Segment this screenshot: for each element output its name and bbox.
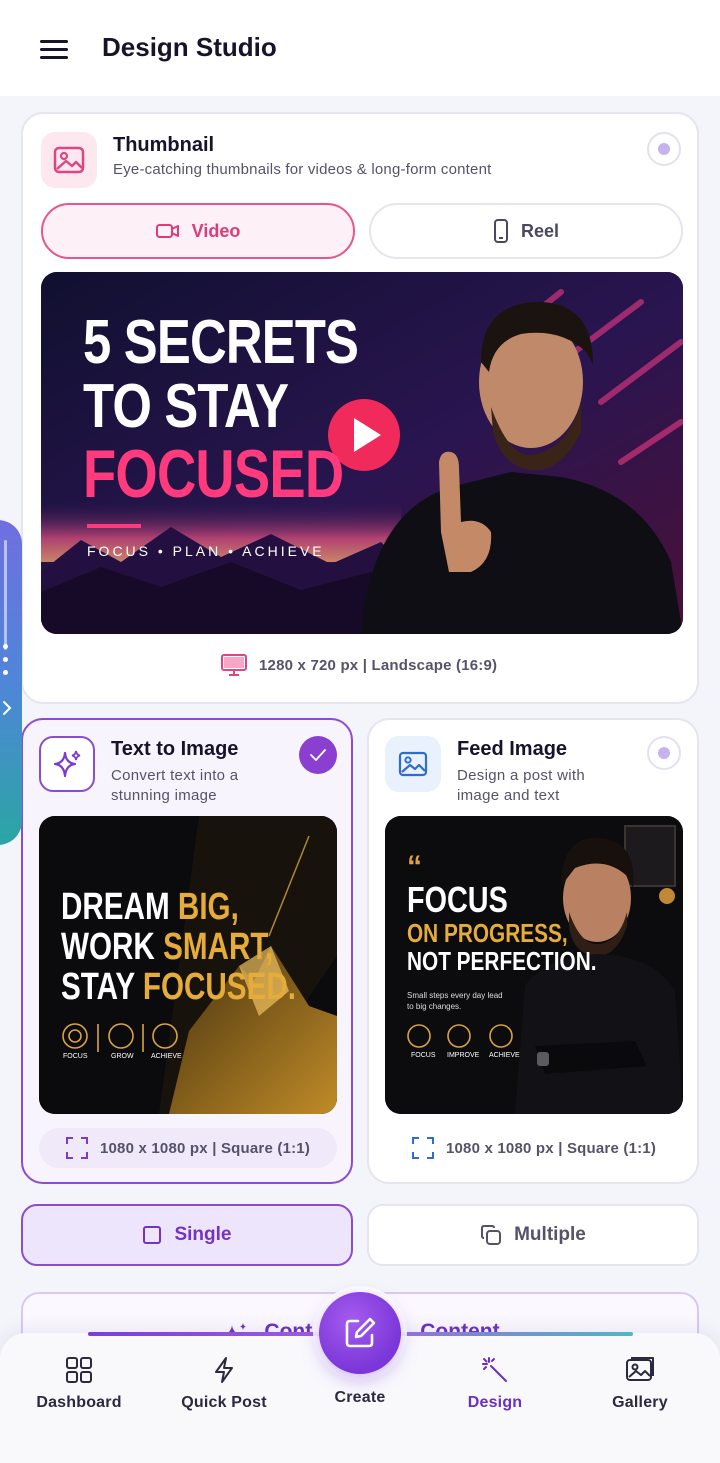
monitor-icon	[221, 654, 247, 676]
thumbnail-dimensions: 1280 x 720 px | Landscape (16:9)	[221, 654, 497, 676]
text-to-image-preview: DREAM BIG, WORK SMART, STAY FOCUSED. FOC…	[39, 816, 337, 1114]
tti-line-2a: WORK	[61, 926, 155, 968]
thumbnail-title: Thumbnail	[113, 134, 215, 156]
image-icon	[41, 132, 97, 188]
text-to-image-subtitle: Convert text into a stunning image	[111, 767, 239, 804]
tti-line-1: DREAM BIG,	[61, 888, 239, 926]
tab-video[interactable]: Video	[41, 203, 355, 259]
tti-line-1b: BIG,	[177, 886, 239, 928]
feed-image-dimensions: 1080 x 1080 px | Square (1:1)	[385, 1128, 683, 1168]
tti-line-3b: FOCUSED.	[142, 966, 296, 1008]
selected-check-icon[interactable]	[299, 736, 337, 774]
single-mode-button[interactable]: Single	[21, 1204, 353, 1266]
tti-line-3a: STAY	[61, 966, 135, 1008]
nav-gallery[interactable]: Gallery	[570, 1356, 710, 1412]
side-drawer-handle[interactable]	[0, 520, 22, 845]
feed-image-subtitle: Design a post with image and text	[457, 767, 585, 804]
feed-line-2: ON PROGRESS,	[407, 918, 568, 948]
nav-quick-post-label: Quick Post	[181, 1394, 267, 1411]
page-title: Design Studio	[102, 32, 277, 62]
thumbnail-headline-3: FOCUSED	[83, 436, 344, 512]
feed-quote-mark: “	[407, 850, 422, 883]
feed-line-3: NOT PERFECTION.	[407, 946, 597, 976]
lightning-icon	[215, 1357, 233, 1383]
tab-video-label: Video	[191, 220, 241, 241]
expand-icon	[411, 1137, 434, 1159]
text-to-image-title: Text to Image	[111, 738, 239, 760]
feed-icon-label-focus: FOCUS	[411, 1052, 436, 1059]
feed-image-dimensions-label: 1080 x 1080 px | Square (1:1)	[445, 1139, 657, 1157]
tti-line-1a: DREAM	[61, 886, 170, 928]
gallery-icon	[626, 1357, 654, 1381]
sparkles-icon	[39, 736, 95, 792]
thumbnail-radio[interactable]	[647, 132, 681, 166]
thumbnail-headline-1: 5 SECRETS	[83, 308, 359, 377]
chevron-right-icon	[3, 701, 12, 715]
nav-design[interactable]: Design	[425, 1356, 565, 1412]
text-to-image-dimensions: 1080 x 1080 px | Square (1:1)	[39, 1128, 337, 1168]
nav-dashboard-label: Dashboard	[36, 1394, 122, 1411]
feed-small-text: Small steps every day lead to big change…	[407, 991, 503, 1011]
tab-reel-label: Reel	[520, 220, 560, 241]
tti-icon-label-focus: FOCUS	[63, 1053, 88, 1060]
nav-gallery-label: Gallery	[612, 1394, 668, 1411]
magic-wand-icon	[482, 1357, 507, 1382]
tti-line-2: WORK SMART,	[61, 928, 273, 966]
feed-icons-row	[407, 1024, 513, 1048]
video-camera-icon	[155, 224, 179, 238]
edit-icon	[345, 1317, 376, 1348]
feed-image-title: Feed Image	[457, 738, 568, 760]
phone-icon	[493, 219, 508, 243]
feed-image-preview: “ FOCUS ON PROGRESS, NOT PERFECTION. Sma…	[385, 816, 683, 1114]
feed-icon-label-achieve: ACHIEVE	[489, 1052, 520, 1059]
tti-icon-label-grow: GROW	[111, 1053, 134, 1060]
expand-icon	[65, 1137, 88, 1159]
nav-create-label: Create	[334, 1389, 386, 1406]
app-header: Design Studio	[0, 0, 720, 96]
thumbnail-headline-2: TO STAY	[83, 372, 289, 441]
copy-icon	[481, 1225, 502, 1245]
thumbnail-tagline: FOCUS • PLAN • ACHIEVE	[87, 543, 325, 559]
single-mode-label: Single	[174, 1224, 232, 1245]
tti-icon-label-achieve: ACHIEVE	[151, 1053, 182, 1060]
thumbnail-preview-image: 5 SECRETS TO STAY FOCUSED FOCUS • PLAN •…	[41, 272, 683, 634]
thumbnail-divider	[87, 524, 141, 528]
square-icon	[143, 1226, 162, 1244]
multiple-mode-button[interactable]: Multiple	[367, 1204, 699, 1266]
thumbnail-dimensions-label: 1280 x 720 px | Landscape (16:9)	[259, 656, 498, 674]
feed-icon-label-improve: IMPROVE	[447, 1052, 480, 1059]
nav-quick-post[interactable]: Quick Post	[154, 1356, 294, 1412]
nav-design-label: Design	[467, 1394, 523, 1411]
tti-line-2b: SMART,	[163, 926, 274, 968]
create-button[interactable]	[319, 1292, 401, 1374]
tab-reel[interactable]: Reel	[369, 203, 683, 259]
feed-image-option-card[interactable]: Feed Image Design a post with image and …	[367, 718, 699, 1184]
text-to-image-option-card[interactable]: Text to Image Convert text into a stunni…	[21, 718, 353, 1184]
nav-dashboard[interactable]: Dashboard	[9, 1356, 149, 1412]
feed-image-radio[interactable]	[647, 736, 681, 770]
thumbnail-subtitle: Eye-catching thumbnails for videos & lon…	[113, 161, 492, 178]
text-to-image-dimensions-label: 1080 x 1080 px | Square (1:1)	[99, 1139, 311, 1157]
tti-line-3: STAY FOCUSED.	[61, 968, 296, 1006]
menu-icon[interactable]	[40, 40, 68, 59]
multiple-mode-label: Multiple	[514, 1224, 586, 1245]
image-icon	[385, 736, 441, 792]
grid-icon	[66, 1357, 92, 1383]
feed-line-1: FOCUS	[407, 879, 508, 920]
thumbnail-option-card[interactable]: Thumbnail Eye-catching thumbnails for vi…	[21, 112, 699, 704]
